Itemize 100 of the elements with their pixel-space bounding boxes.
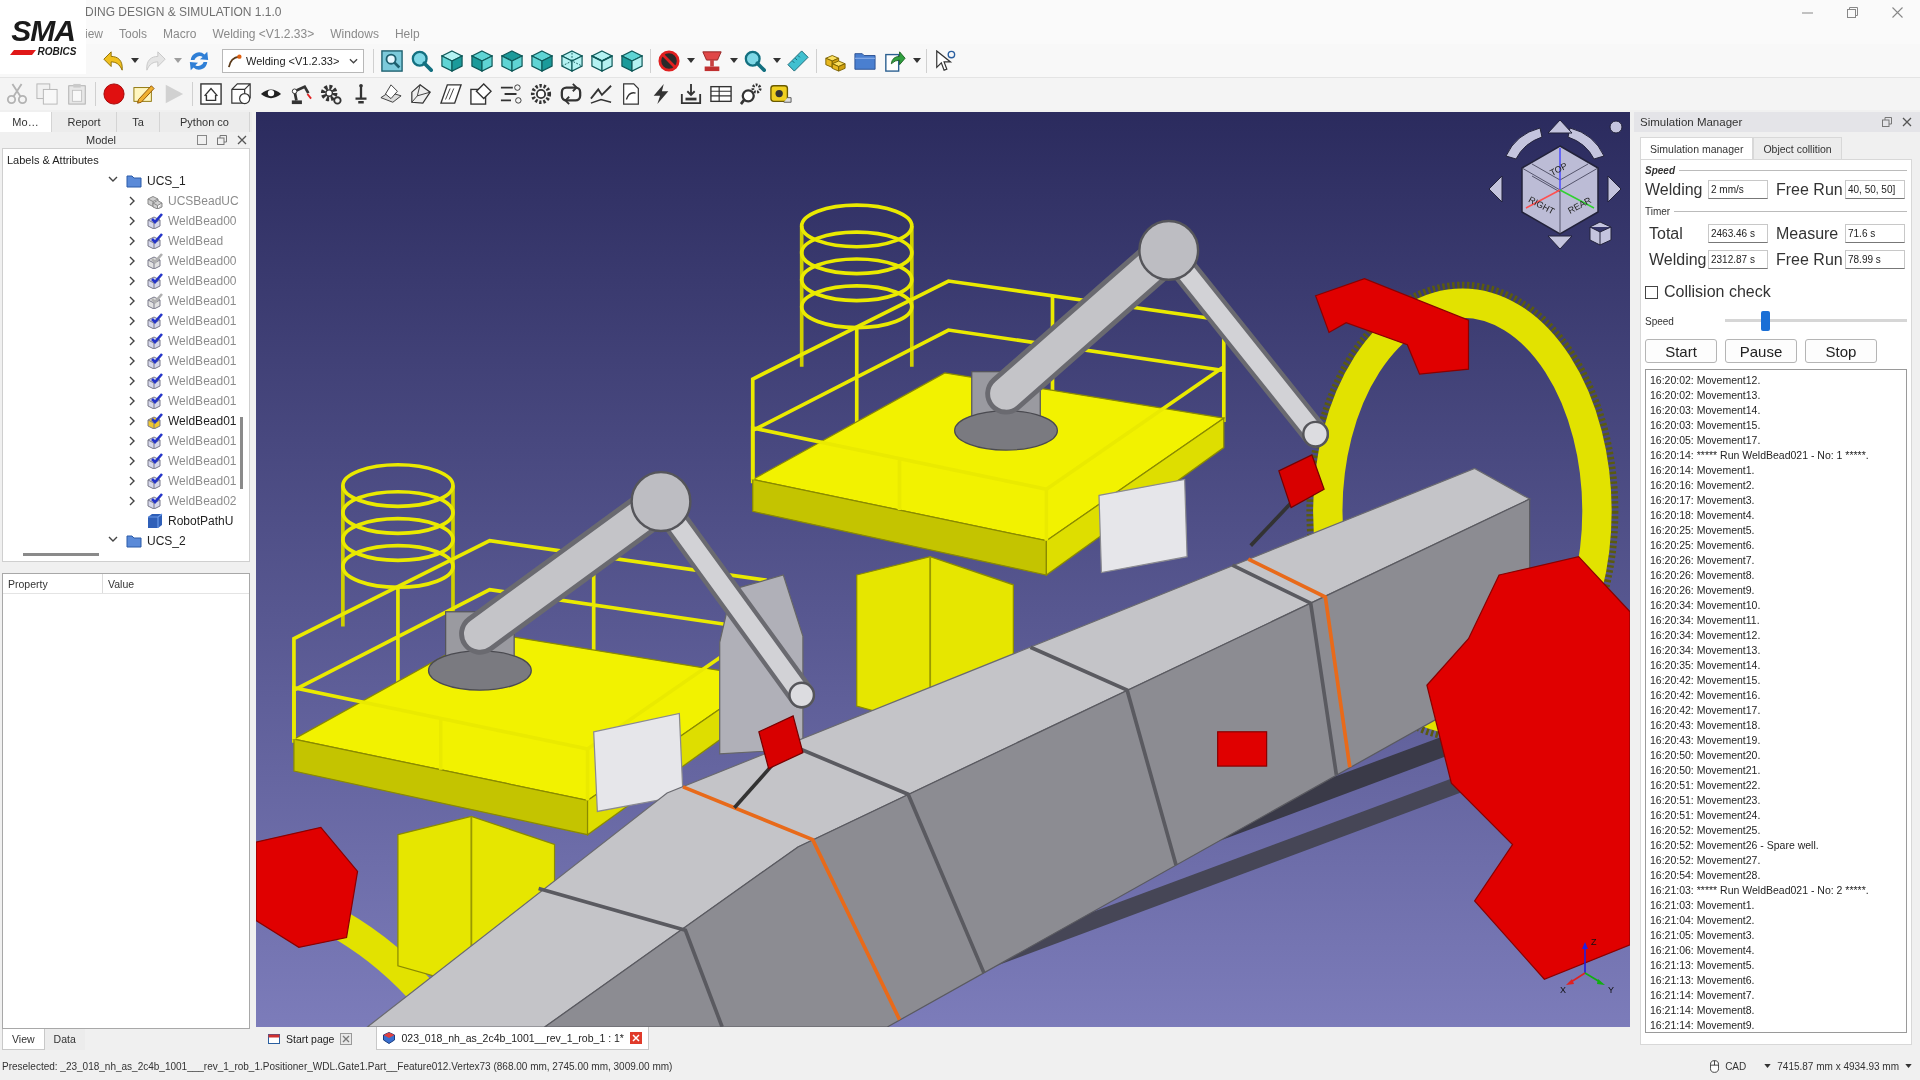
undo-icon[interactable] bbox=[102, 49, 124, 72]
cube-icon[interactable] bbox=[1589, 221, 1612, 246]
checkbox-label[interactable]: Collision check bbox=[1664, 283, 1771, 301]
arrow-left-icon[interactable] bbox=[1488, 175, 1503, 203]
caret-icon[interactable] bbox=[1905, 1064, 1912, 1068]
tree-item-label[interactable]: WeldBead01 bbox=[168, 314, 237, 328]
zigzag-path-icon[interactable] bbox=[590, 83, 612, 105]
magnifier-gear-icon[interactable] bbox=[740, 83, 762, 105]
framed-magnifier-icon[interactable] bbox=[381, 49, 403, 72]
tree-item-label[interactable]: WeldBead00 bbox=[168, 274, 237, 288]
collision-checkbox[interactable] bbox=[1645, 285, 1658, 299]
caret-icon[interactable] bbox=[686, 58, 695, 63]
close-icon[interactable] bbox=[1902, 117, 1912, 127]
simulation-button[interactable]: Start bbox=[1645, 339, 1717, 363]
robot-arm-icon[interactable] bbox=[290, 83, 312, 105]
text-field[interactable]: 2312.87 s bbox=[1708, 250, 1768, 269]
restore-icon[interactable] bbox=[217, 135, 227, 145]
scrollbar[interactable] bbox=[240, 417, 243, 489]
ruler-icon[interactable] bbox=[787, 49, 809, 72]
tape-measure-icon[interactable] bbox=[770, 83, 792, 105]
close-icon[interactable] bbox=[1892, 6, 1903, 18]
download-tray-icon[interactable] bbox=[680, 83, 702, 105]
text-field[interactable]: 78.99 s bbox=[1845, 250, 1905, 269]
magnifier-icon[interactable] bbox=[744, 49, 766, 72]
arrow-up-icon[interactable] bbox=[1547, 119, 1573, 134]
menu-item[interactable]: iew bbox=[85, 27, 103, 41]
tree-item-label[interactable]: UCS_1 bbox=[147, 174, 186, 188]
panel-tab[interactable]: View bbox=[2, 1029, 45, 1050]
text-field[interactable]: 2 mm/s bbox=[1708, 180, 1768, 199]
cursor-icon[interactable] bbox=[934, 49, 956, 72]
loop-icon[interactable] bbox=[560, 83, 582, 105]
planes-icon[interactable] bbox=[380, 83, 402, 105]
rotate-right-icon[interactable] bbox=[1567, 127, 1605, 160]
cube-icon[interactable] bbox=[621, 49, 643, 72]
record-icon[interactable] bbox=[103, 83, 125, 105]
close-icon[interactable] bbox=[340, 1032, 353, 1045]
tree-item-label[interactable]: WeldBead01 bbox=[168, 394, 237, 408]
slider-thumb[interactable] bbox=[1761, 311, 1771, 331]
tree-item-label[interactable]: UCSBeadUC bbox=[168, 194, 239, 208]
magnifier-icon[interactable] bbox=[411, 49, 433, 72]
tree-item-label[interactable]: WeldBead01 bbox=[168, 454, 237, 468]
rotate-left-icon[interactable] bbox=[1505, 127, 1543, 160]
maximize-icon[interactable] bbox=[197, 135, 207, 145]
gear-icon[interactable] bbox=[320, 83, 342, 105]
text-field[interactable]: 2463.46 s bbox=[1708, 224, 1768, 243]
panel-tab[interactable]: Data bbox=[44, 1029, 85, 1050]
notepad-pencil-icon[interactable] bbox=[133, 83, 155, 105]
diamond-square-icon[interactable] bbox=[470, 83, 492, 105]
cube-face-label[interactable]: TOP bbox=[1548, 160, 1570, 179]
parallelogram-icon[interactable] bbox=[440, 83, 462, 105]
tree-item-label[interactable]: RobotPathU bbox=[168, 514, 234, 528]
cube-icon[interactable] bbox=[531, 49, 553, 72]
arrow-down-icon[interactable] bbox=[1547, 235, 1573, 250]
tree-item-label[interactable]: WeldBead01 bbox=[168, 414, 237, 428]
caret-icon[interactable] bbox=[772, 58, 781, 63]
tree-item-label[interactable]: WeldBead02 bbox=[168, 494, 237, 508]
simulation-button[interactable]: Stop bbox=[1805, 339, 1877, 363]
arrow-right-icon[interactable] bbox=[1607, 175, 1622, 203]
tree-item-label[interactable]: WeldBead01 bbox=[168, 334, 237, 348]
panel-tab[interactable]: Object collition bbox=[1753, 137, 1842, 159]
document-tab[interactable]: 023_018_nh_as_2c4b_1001__rev_1_rob_1 : 1* bbox=[376, 1027, 649, 1050]
text-field[interactable]: 40, 50, 50] bbox=[1845, 180, 1905, 199]
caret-icon[interactable] bbox=[130, 58, 139, 63]
panel-tab[interactable]: Mo… bbox=[0, 112, 52, 132]
tree-item-label[interactable]: WeldBead01 bbox=[168, 354, 237, 368]
text-field[interactable]: 71.6 s bbox=[1845, 224, 1905, 243]
tree-item-label[interactable]: WeldBead01 bbox=[168, 294, 237, 308]
cube-icon[interactable] bbox=[441, 49, 463, 72]
tree-item-label[interactable]: WeldBead01 bbox=[168, 374, 237, 388]
close-icon[interactable] bbox=[629, 1032, 642, 1044]
tree-item-label[interactable]: UCS_2 bbox=[147, 534, 186, 548]
caret-icon[interactable] bbox=[912, 58, 921, 63]
cube-icon[interactable] bbox=[561, 49, 583, 72]
cube-icon[interactable] bbox=[501, 49, 523, 72]
house-frame-icon[interactable] bbox=[200, 83, 222, 105]
restore-icon[interactable] bbox=[1882, 117, 1892, 127]
tree-item-label[interactable]: WeldBead01 bbox=[168, 434, 237, 448]
navigation-cube[interactable] bbox=[1521, 145, 1599, 235]
cube-icon[interactable] bbox=[591, 49, 613, 72]
export-arrow-icon[interactable] bbox=[884, 49, 906, 72]
caret-icon[interactable] bbox=[729, 58, 738, 63]
list-icon[interactable] bbox=[500, 83, 522, 105]
pedestal-icon[interactable] bbox=[701, 49, 723, 72]
navigation-style[interactable]: CAD bbox=[1725, 1060, 1747, 1072]
workbench-dropdown[interactable]: Welding <V1.2.33> bbox=[222, 48, 364, 73]
scrollbar[interactable] bbox=[23, 553, 99, 556]
dot-icon[interactable] bbox=[1609, 120, 1623, 134]
tree-item-label[interactable]: WeldBead00 bbox=[168, 254, 237, 268]
document-tab[interactable]: Start page bbox=[262, 1027, 359, 1050]
panel-tab[interactable]: Simulation manager bbox=[1640, 137, 1754, 159]
caret-icon[interactable] bbox=[1764, 1064, 1772, 1068]
close-icon[interactable] bbox=[237, 135, 247, 145]
tree-item-label[interactable]: WeldBead00 bbox=[168, 214, 237, 228]
tree-item-label[interactable]: WeldBead01 bbox=[168, 474, 237, 488]
refresh-icon[interactable] bbox=[188, 49, 210, 72]
prohibited-icon[interactable] bbox=[658, 49, 680, 72]
bevel-icon[interactable] bbox=[410, 83, 432, 105]
page-curve-icon[interactable] bbox=[620, 83, 642, 105]
table-icon[interactable] bbox=[710, 83, 732, 105]
restore-icon[interactable] bbox=[1847, 6, 1858, 18]
